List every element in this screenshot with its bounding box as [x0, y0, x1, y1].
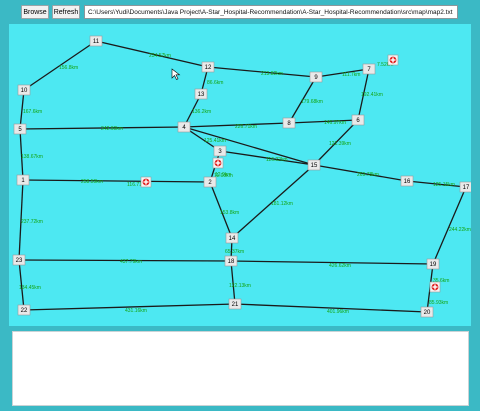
file-path-field[interactable]: C:\Users\Yudi\Documents\Java Project\A-S…: [84, 5, 458, 19]
edge-distance-label: 138.67km: [21, 154, 43, 160]
edge-distance-label: 125.41km: [204, 138, 226, 144]
edge-distance-label: 192.41km: [361, 92, 383, 98]
edge-distance-label: 153.8km: [220, 210, 239, 216]
hospital-cross-icon: [432, 286, 438, 288]
edge-distance-label: 242.60km: [101, 126, 123, 132]
map-node-label: 10: [21, 88, 28, 94]
road-edge-17-19: [432, 186, 467, 265]
map-node-label: 22: [21, 308, 28, 314]
edge-distance-label: 244.22km: [449, 227, 471, 233]
edge-distance-label: 86.6km: [207, 80, 223, 86]
map-node-label: 12: [205, 65, 212, 71]
map-node-label: 13: [198, 92, 205, 98]
edge-distance-label: 136.2km: [192, 109, 211, 115]
edge-distance-label: 179.68km: [301, 99, 323, 105]
map-graph: 156.8km 234.57km 213.82km 111.7km 86.6km 136.…: [12, 35, 471, 318]
edge-distance-label: 213.82km: [261, 71, 283, 77]
edge-distance-label: 431.16km: [125, 308, 147, 314]
map-node-label: 23: [16, 258, 23, 264]
map-node-label: 15: [311, 163, 318, 169]
map-node-label: 17: [463, 185, 470, 191]
edge-distance-label: 167.6km: [23, 109, 42, 115]
hospital-cross-icon: [143, 181, 149, 183]
map-node-label: 20: [424, 310, 431, 316]
edge-distance-label: 85.93km: [429, 300, 448, 306]
edge-distance-label: 125.15km: [433, 182, 455, 188]
edge-distance-label: 121.39km: [329, 141, 351, 147]
edge-distance-label: 181.12km: [271, 201, 293, 207]
edge-distance-label: 156.8km: [59, 65, 78, 71]
edge-distance-label: 234.57km: [149, 53, 171, 59]
map-node-label: 18: [228, 259, 235, 265]
edge-distance-label: 437.79km: [120, 259, 142, 265]
map-node-label: 16: [404, 179, 411, 185]
edge-distance-label: 134.45km: [19, 285, 41, 291]
map-node-label: 19: [430, 262, 437, 268]
map-node-label: 21: [232, 302, 239, 308]
output-console[interactable]: [12, 331, 469, 406]
edge-distance-label: 269.78km: [357, 172, 379, 178]
edge-distance-label: 116.22km: [266, 157, 288, 163]
toolbar: Browse Refresh C:\Users\Yudi\Documents\J…: [0, 0, 480, 24]
edge-distance-label: 237.72km: [21, 219, 43, 225]
edge-distance-label: 226.71km: [235, 124, 257, 130]
map-canvas[interactable]: 156.8km 234.57km 213.82km 111.7km 86.6km 136.…: [9, 24, 471, 326]
map-node-label: 14: [229, 236, 236, 242]
mouse-cursor-icon: [171, 68, 181, 80]
edge-distance-label: 122.13km: [229, 283, 251, 289]
map-node-label: 11: [93, 39, 100, 45]
road-edge-4-15: [183, 126, 315, 166]
edge-distance-label: 146.97km: [324, 120, 346, 126]
hospital-cross-icon: [215, 162, 221, 164]
edge-distance-label: 111.7km: [342, 72, 360, 78]
edge-distance-label: 11.08km: [214, 173, 233, 179]
edge-distance-label: 258.59km: [81, 179, 103, 185]
refresh-button[interactable]: Refresh: [52, 5, 80, 19]
edge-distance-label: 426.62km: [329, 263, 351, 269]
browse-button[interactable]: Browse: [21, 5, 49, 19]
edge-distance-label: 65.37km: [225, 249, 244, 255]
edge-distance-label: 401.96km: [327, 309, 349, 315]
road-edge-1-2: [22, 179, 211, 183]
hospital-cross-icon: [390, 59, 396, 61]
